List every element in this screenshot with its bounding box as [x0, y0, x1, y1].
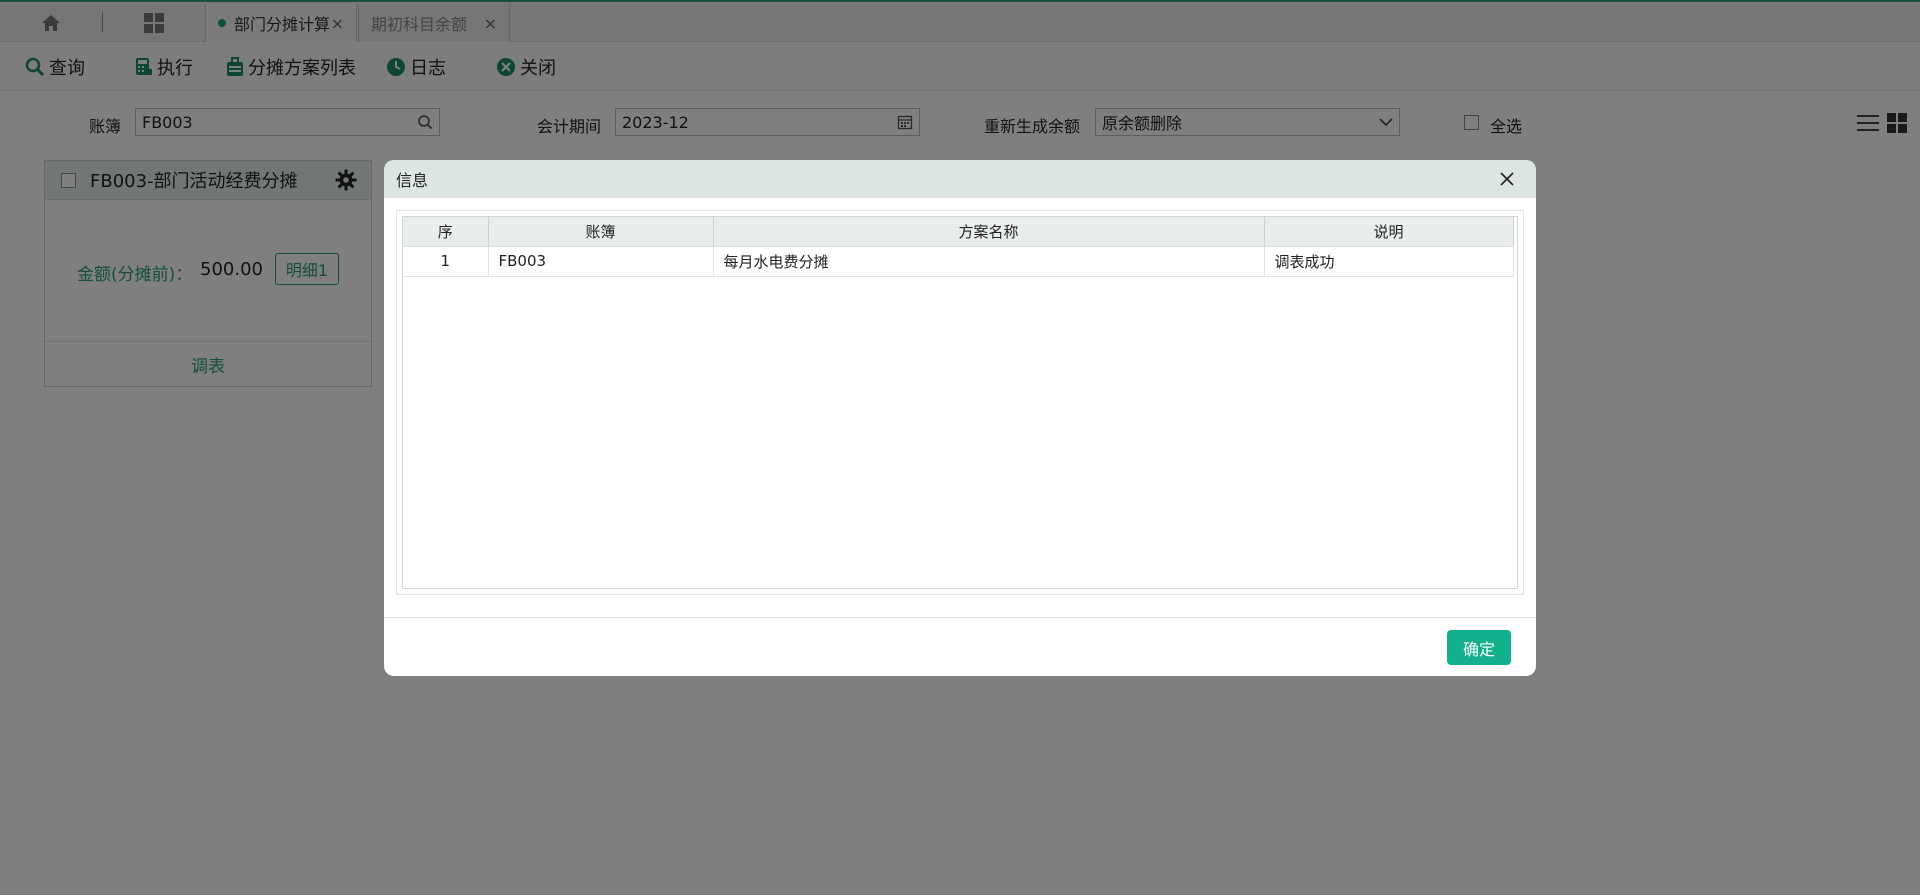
- cell-seq: 1: [403, 246, 489, 277]
- table-header-row: 序 账簿 方案名称 说明: [403, 217, 1514, 247]
- cell-scheme-name: 每月水电费分摊: [713, 246, 1265, 277]
- column-header-description[interactable]: 说明: [1264, 217, 1514, 247]
- dialog-header: 信息: [384, 160, 1536, 198]
- dialog-title: 信息: [396, 171, 429, 190]
- table-row[interactable]: 1 FB003 每月水电费分摊 调表成功: [403, 246, 1514, 277]
- info-dialog: 信息 序 账簿 方案名称 说明 1 FB003 每月水电费分摊 调表成功 确定: [384, 160, 1536, 676]
- column-header-seq[interactable]: 序: [403, 217, 489, 247]
- result-grid-wrapper: 序 账簿 方案名称 说明 1 FB003 每月水电费分摊 调表成功: [396, 210, 1524, 595]
- close-icon[interactable]: [1500, 172, 1514, 186]
- result-grid: 序 账簿 方案名称 说明 1 FB003 每月水电费分摊 调表成功: [402, 216, 1518, 589]
- column-header-scheme-name[interactable]: 方案名称: [713, 217, 1265, 247]
- result-table: 序 账簿 方案名称 说明 1 FB003 每月水电费分摊 调表成功: [403, 217, 1514, 277]
- cell-description: 调表成功: [1264, 246, 1514, 277]
- ok-button[interactable]: 确定: [1447, 630, 1511, 665]
- dialog-footer-divider: [384, 617, 1536, 618]
- column-header-ledger[interactable]: 账簿: [488, 217, 714, 247]
- cell-ledger: FB003: [488, 246, 714, 277]
